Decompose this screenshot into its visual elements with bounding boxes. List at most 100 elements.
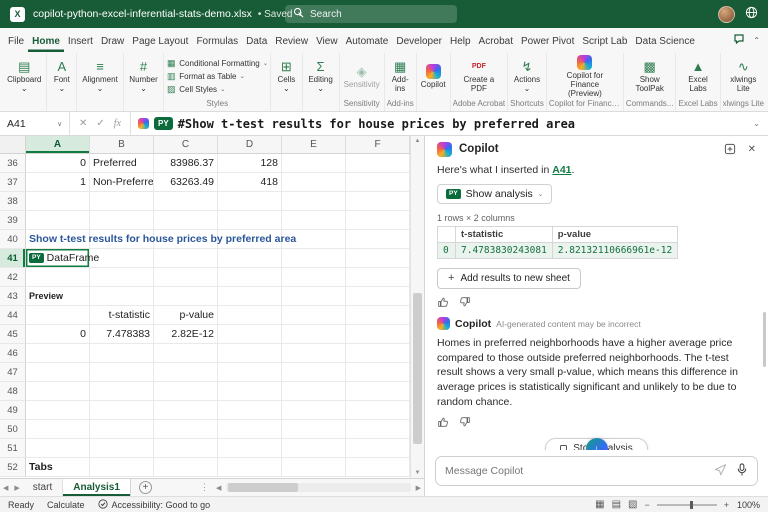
page-layout-view-icon[interactable]: ▤ <box>612 499 621 510</box>
sheet-tab-start[interactable]: start <box>23 479 63 496</box>
cell-A49[interactable] <box>26 401 90 420</box>
menu-tab-power-pivot[interactable]: Power Pivot <box>517 31 578 52</box>
zoom-level[interactable]: 100% <box>736 500 760 510</box>
cell-B38[interactable] <box>90 192 154 211</box>
hscroll-right-icon[interactable]: ▶ <box>413 479 424 496</box>
cell-F44[interactable] <box>346 306 410 325</box>
ribbon-button-add-ins[interactable]: ▦Add-ins <box>387 57 414 95</box>
menu-tab-home[interactable]: Home <box>28 31 64 52</box>
cell-B36[interactable]: Preferred <box>90 154 154 173</box>
cell-A42[interactable] <box>26 268 90 287</box>
thumbs-up-icon[interactable] <box>437 296 449 308</box>
cell-B43[interactable] <box>90 287 154 306</box>
enter-icon[interactable]: ✓ <box>96 118 104 129</box>
cell-A47[interactable] <box>26 363 90 382</box>
cell-C43[interactable] <box>154 287 218 306</box>
ribbon-button-actions[interactable]: ↯Actions ⌄ <box>510 57 544 95</box>
cell-C36[interactable]: 83986.37 <box>154 154 218 173</box>
zoom-slider[interactable] <box>657 504 717 506</box>
cell-C41[interactable] <box>154 249 218 268</box>
menu-tab-help[interactable]: Help <box>446 31 475 52</box>
cell-B50[interactable] <box>90 420 154 439</box>
cell-D36[interactable]: 128 <box>218 154 282 173</box>
cell-C50[interactable] <box>154 420 218 439</box>
cell-D38[interactable] <box>218 192 282 211</box>
thumbs-up-icon[interactable] <box>437 416 449 428</box>
cell-C45[interactable]: 2.82E-12 <box>154 325 218 344</box>
show-analysis-chip[interactable]: PY Show analysis ⌄ <box>437 184 552 204</box>
name-box[interactable]: A41 ∨ <box>0 112 70 135</box>
row-header-37[interactable]: 37 <box>0 173 26 192</box>
cell-B44[interactable]: t-statistic <box>90 306 154 325</box>
ribbon-button-cells[interactable]: ⊞Cells ⌄ <box>273 57 299 95</box>
cell-A50[interactable] <box>26 420 90 439</box>
cell-E44[interactable] <box>282 306 346 325</box>
copilot-input[interactable]: Message Copilot <box>435 456 758 486</box>
cell-E45[interactable] <box>282 325 346 344</box>
menu-tab-page-layout[interactable]: Page Layout <box>128 31 192 52</box>
sheet-nav-right-icon[interactable]: ▶ <box>11 479 22 496</box>
cell-F43[interactable] <box>346 287 410 306</box>
page-break-view-icon[interactable]: ▧ <box>628 499 637 510</box>
vertical-scrollbar[interactable]: ▲ ▼ <box>410 136 424 478</box>
cell-A39[interactable] <box>26 211 90 230</box>
cell-C51[interactable] <box>154 439 218 458</box>
ribbon-button-conditional-formatting[interactable]: ▦Conditional Formatting⌄ <box>166 58 268 69</box>
ribbon-button-show-toolpak[interactable]: ▩Show ToolPak <box>626 57 674 95</box>
cell-D46[interactable] <box>218 344 282 363</box>
ribbon-button-cell-styles[interactable]: ▨Cell Styles⌄ <box>166 84 268 95</box>
cell-A41[interactable]: PYDataFrame <box>26 249 90 268</box>
cell-E49[interactable] <box>282 401 346 420</box>
row-header-51[interactable]: 51 <box>0 439 26 458</box>
cell-C39[interactable] <box>154 211 218 230</box>
cell-A48[interactable] <box>26 382 90 401</box>
expand-formula-bar-icon[interactable]: ⌄ <box>753 119 768 128</box>
ribbon-button-xlwings-lite[interactable]: ∿xlwings Lite <box>723 57 764 95</box>
cell-E47[interactable] <box>282 363 346 382</box>
column-header-a[interactable]: A <box>26 136 90 153</box>
row-header-43[interactable]: 43 <box>0 287 26 306</box>
collapse-ribbon-icon[interactable]: ⌃ <box>753 36 760 45</box>
hscroll-left-icon[interactable]: ◀ <box>213 479 224 496</box>
cell-C52[interactable] <box>154 458 218 477</box>
sheet-tab-analysis1[interactable]: Analysis1 <box>63 479 131 496</box>
cell-F52[interactable] <box>346 458 410 477</box>
row-header-49[interactable]: 49 <box>0 401 26 420</box>
cell-B37[interactable]: Non-Preferred <box>90 173 154 192</box>
row-header-39[interactable]: 39 <box>0 211 26 230</box>
cell-F48[interactable] <box>346 382 410 401</box>
column-header-d[interactable]: D <box>218 136 282 153</box>
cell-E43[interactable] <box>282 287 346 306</box>
cell-C46[interactable] <box>154 344 218 363</box>
column-header-e[interactable]: E <box>282 136 346 153</box>
menu-tab-insert[interactable]: Insert <box>64 31 97 52</box>
cell-E52[interactable] <box>282 458 346 477</box>
ribbon-button-editing[interactable]: ΣEditing ⌄ <box>305 57 337 95</box>
cell-D51[interactable] <box>218 439 282 458</box>
row-header-45[interactable]: 45 <box>0 325 26 344</box>
cell-B49[interactable] <box>90 401 154 420</box>
cell-C37[interactable]: 63263.49 <box>154 173 218 192</box>
vertical-scroll-thumb[interactable] <box>413 293 422 443</box>
ribbon-button-create-a-pdf[interactable]: PDFCreate a PDF <box>453 57 505 95</box>
cell-A44[interactable] <box>26 306 90 325</box>
normal-view-icon[interactable]: ▦ <box>595 499 604 510</box>
ribbon-button-font[interactable]: AFont ⌄ <box>49 57 74 95</box>
menu-tab-script-lab[interactable]: Script Lab <box>578 31 631 52</box>
cell-D43[interactable] <box>218 287 282 306</box>
column-header-b[interactable]: B <box>90 136 154 153</box>
row-header-44[interactable]: 44 <box>0 306 26 325</box>
cell-D49[interactable] <box>218 401 282 420</box>
send-icon[interactable] <box>714 463 727 479</box>
ribbon-button-number[interactable]: #Number ⌄ <box>126 57 161 95</box>
menu-tab-file[interactable]: File <box>4 31 28 52</box>
mic-icon[interactable] <box>736 463 748 479</box>
menu-tab-acrobat[interactable]: Acrobat <box>475 31 517 52</box>
search-box[interactable]: Search <box>285 5 457 23</box>
cell-D47[interactable] <box>218 363 282 382</box>
cell-D50[interactable] <box>218 420 282 439</box>
cell-B45[interactable]: 7.478383 <box>90 325 154 344</box>
ribbon-button-copilot[interactable]: Copilot <box>419 62 448 91</box>
pane-scroll-thumb[interactable] <box>763 312 766 367</box>
ribbon-button-copilot-for-finance-preview[interactable]: Copilot for Finance (Preview) <box>555 53 615 99</box>
